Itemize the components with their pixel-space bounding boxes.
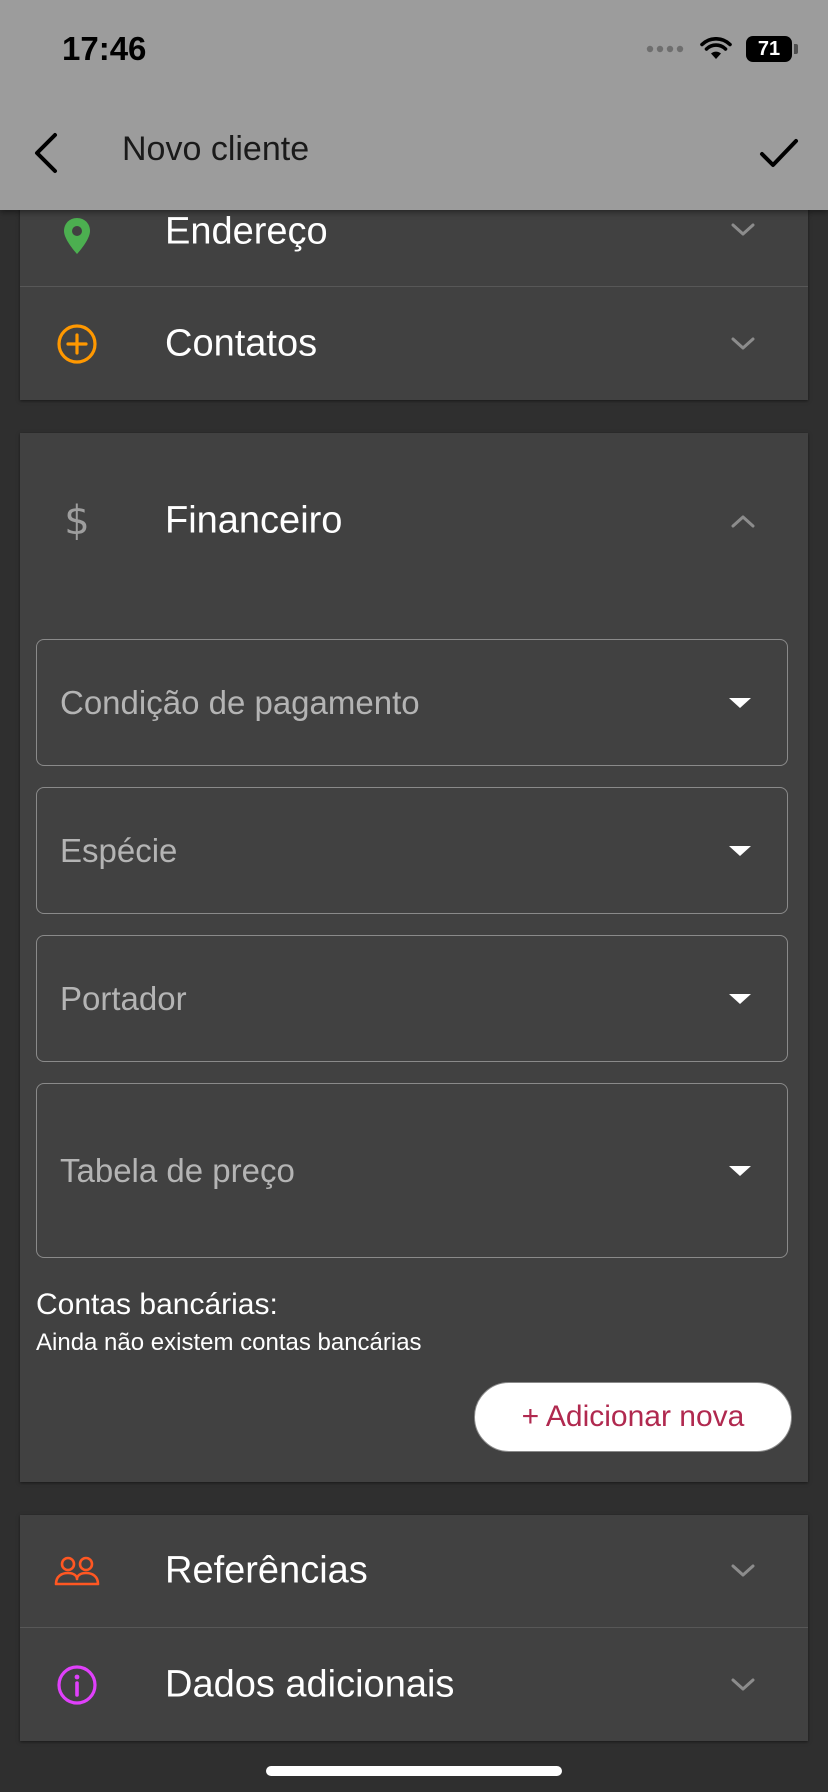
portador-select[interactable]: Portador bbox=[36, 935, 788, 1062]
status-time: 17:46 bbox=[62, 30, 147, 67]
section-label-endereco: Endereço bbox=[165, 210, 328, 253]
chevron-down-icon bbox=[730, 336, 756, 352]
battery-icon: 71 bbox=[746, 36, 798, 62]
back-button[interactable] bbox=[24, 128, 68, 178]
especie-label: Espécie bbox=[60, 831, 178, 869]
dollar-icon: $ bbox=[64, 498, 90, 544]
condicao-pagamento-select[interactable]: Condição de pagamento bbox=[36, 639, 788, 766]
location-pin-icon bbox=[54, 213, 100, 259]
confirm-button[interactable] bbox=[752, 128, 806, 178]
dropdown-arrow-icon bbox=[729, 993, 751, 1004]
tabela-preco-select[interactable]: Tabela de preço bbox=[36, 1083, 788, 1258]
section-referencias[interactable]: Referências bbox=[20, 1515, 808, 1627]
info-icon bbox=[54, 1662, 100, 1708]
status-icons: 71 bbox=[646, 34, 798, 64]
plus-circle-icon bbox=[54, 321, 100, 367]
chevron-down-icon bbox=[730, 1563, 756, 1579]
section-label-financeiro: Financeiro bbox=[165, 499, 343, 542]
dropdown-arrow-icon bbox=[729, 1165, 751, 1176]
section-label-dados-adicionais: Dados adicionais bbox=[165, 1663, 455, 1705]
section-label-referencias: Referências bbox=[165, 1549, 368, 1592]
home-indicator[interactable] bbox=[266, 1766, 562, 1776]
section-financeiro[interactable]: $ Financeiro bbox=[20, 433, 808, 609]
chevron-down-icon bbox=[730, 1677, 756, 1693]
checkmark-icon bbox=[760, 139, 798, 167]
card-references-extra: Referências Dados adicionais bbox=[20, 1515, 808, 1741]
wifi-icon bbox=[700, 37, 732, 59]
tabela-preco-label: Tabela de preço bbox=[60, 1151, 295, 1189]
section-label-contatos: Contatos bbox=[165, 322, 318, 364]
add-bank-account-button[interactable]: + Adicionar nova bbox=[474, 1382, 792, 1452]
battery-level: 71 bbox=[757, 37, 781, 60]
back-arrow-icon bbox=[35, 133, 57, 173]
card-financeiro: $ Financeiro Condição de pagamento Espéc… bbox=[20, 433, 808, 1482]
dropdown-arrow-icon bbox=[729, 697, 751, 708]
section-dados-adicionais[interactable]: Dados adicionais bbox=[20, 1627, 808, 1741]
screen: 17:46 71 Novo cliente Endereço Contatos … bbox=[0, 0, 828, 1792]
section-contatos[interactable]: Contatos bbox=[20, 286, 808, 400]
chevron-up-icon bbox=[730, 513, 756, 529]
especie-select[interactable]: Espécie bbox=[36, 787, 788, 914]
dropdown-arrow-icon bbox=[729, 845, 751, 856]
chevron-down-icon bbox=[730, 222, 756, 238]
condicao-pagamento-label: Condição de pagamento bbox=[60, 683, 420, 721]
bank-accounts-title: Contas bancárias: bbox=[36, 1288, 278, 1321]
signal-icon bbox=[646, 45, 684, 53]
people-icon bbox=[54, 1548, 100, 1594]
page-title: Novo cliente bbox=[122, 130, 310, 168]
app-bar: 17:46 71 Novo cliente bbox=[0, 0, 828, 210]
portador-label: Portador bbox=[60, 979, 187, 1017]
bank-accounts-empty-text: Ainda não existem contas bancárias bbox=[36, 1329, 422, 1356]
